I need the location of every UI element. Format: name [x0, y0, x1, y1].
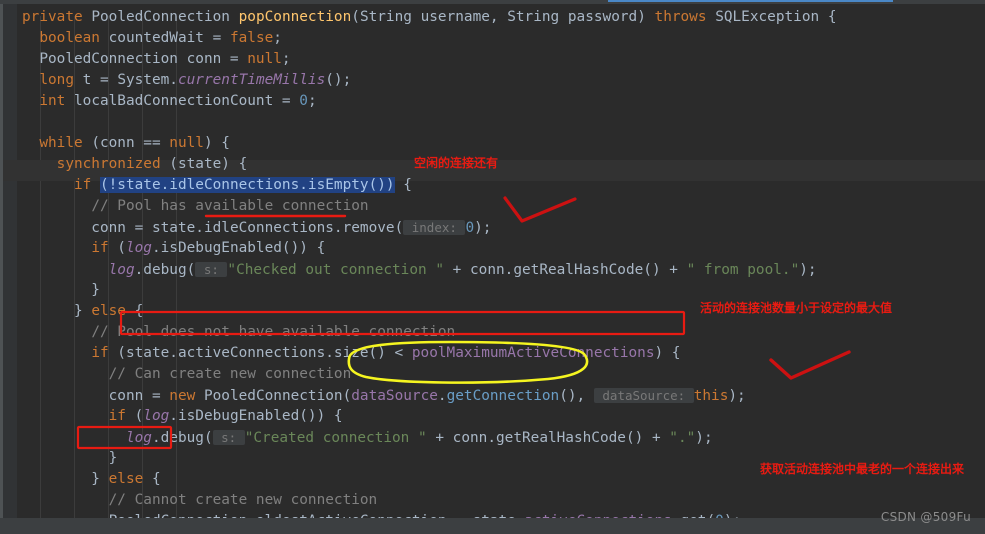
- code-line[interactable]: while (conn == null) {: [22, 133, 836, 154]
- code-line[interactable]: log.debug( s: "Created connection " + co…: [22, 427, 836, 448]
- watermark: CSDN @509Fu: [880, 510, 971, 524]
- code-editor[interactable]: private PooledConnection popConnection(S…: [0, 0, 985, 534]
- editor-gutter[interactable]: [3, 4, 17, 534]
- code-line[interactable]: int localBadConnectionCount = 0;: [22, 91, 836, 112]
- code-text[interactable]: private PooledConnection popConnection(S…: [22, 7, 836, 534]
- code-line[interactable]: log.debug( s: "Checked out connection " …: [22, 259, 836, 280]
- code-line[interactable]: long t = System.currentTimeMillis();: [22, 70, 836, 91]
- code-line[interactable]: if (state.activeConnections.size() < poo…: [22, 343, 836, 364]
- code-line[interactable]: if (log.isDebugEnabled()) {: [22, 406, 836, 427]
- code-line[interactable]: [22, 112, 836, 133]
- code-line[interactable]: boolean countedWait = false;: [22, 28, 836, 49]
- code-line[interactable]: conn = state.idleConnections.remove( ind…: [22, 217, 836, 238]
- code-line[interactable]: PooledConnection conn = null;: [22, 49, 836, 70]
- code-line[interactable]: private PooledConnection popConnection(S…: [22, 7, 836, 28]
- annotation-note-idle: 空闲的连接还有: [414, 156, 499, 170]
- code-line[interactable]: if (log.isDebugEnabled()) {: [22, 238, 836, 259]
- code-line[interactable]: }: [22, 280, 836, 301]
- annotation-note-active-max: 活动的连接池数量小于设定的最大值: [700, 301, 893, 315]
- code-line[interactable]: // Cannot create new connection: [22, 490, 836, 511]
- annotation-note-oldest: 获取活动连接池中最老的一个连接出来: [760, 462, 965, 476]
- active-tab-underline: [608, 0, 893, 2]
- code-line[interactable]: conn = new PooledConnection(dataSource.g…: [22, 385, 836, 406]
- code-line[interactable]: }: [22, 448, 836, 469]
- code-line[interactable]: // Pool has available connection: [22, 196, 836, 217]
- code-line[interactable]: } else {: [22, 469, 836, 490]
- editor-bottom-bar: [0, 518, 985, 534]
- code-line[interactable]: // Pool does not have available connecti…: [22, 322, 836, 343]
- code-line[interactable]: if (!state.idleConnections.isEmpty()) {: [22, 175, 836, 196]
- code-line[interactable]: // Can create new connection: [22, 364, 836, 385]
